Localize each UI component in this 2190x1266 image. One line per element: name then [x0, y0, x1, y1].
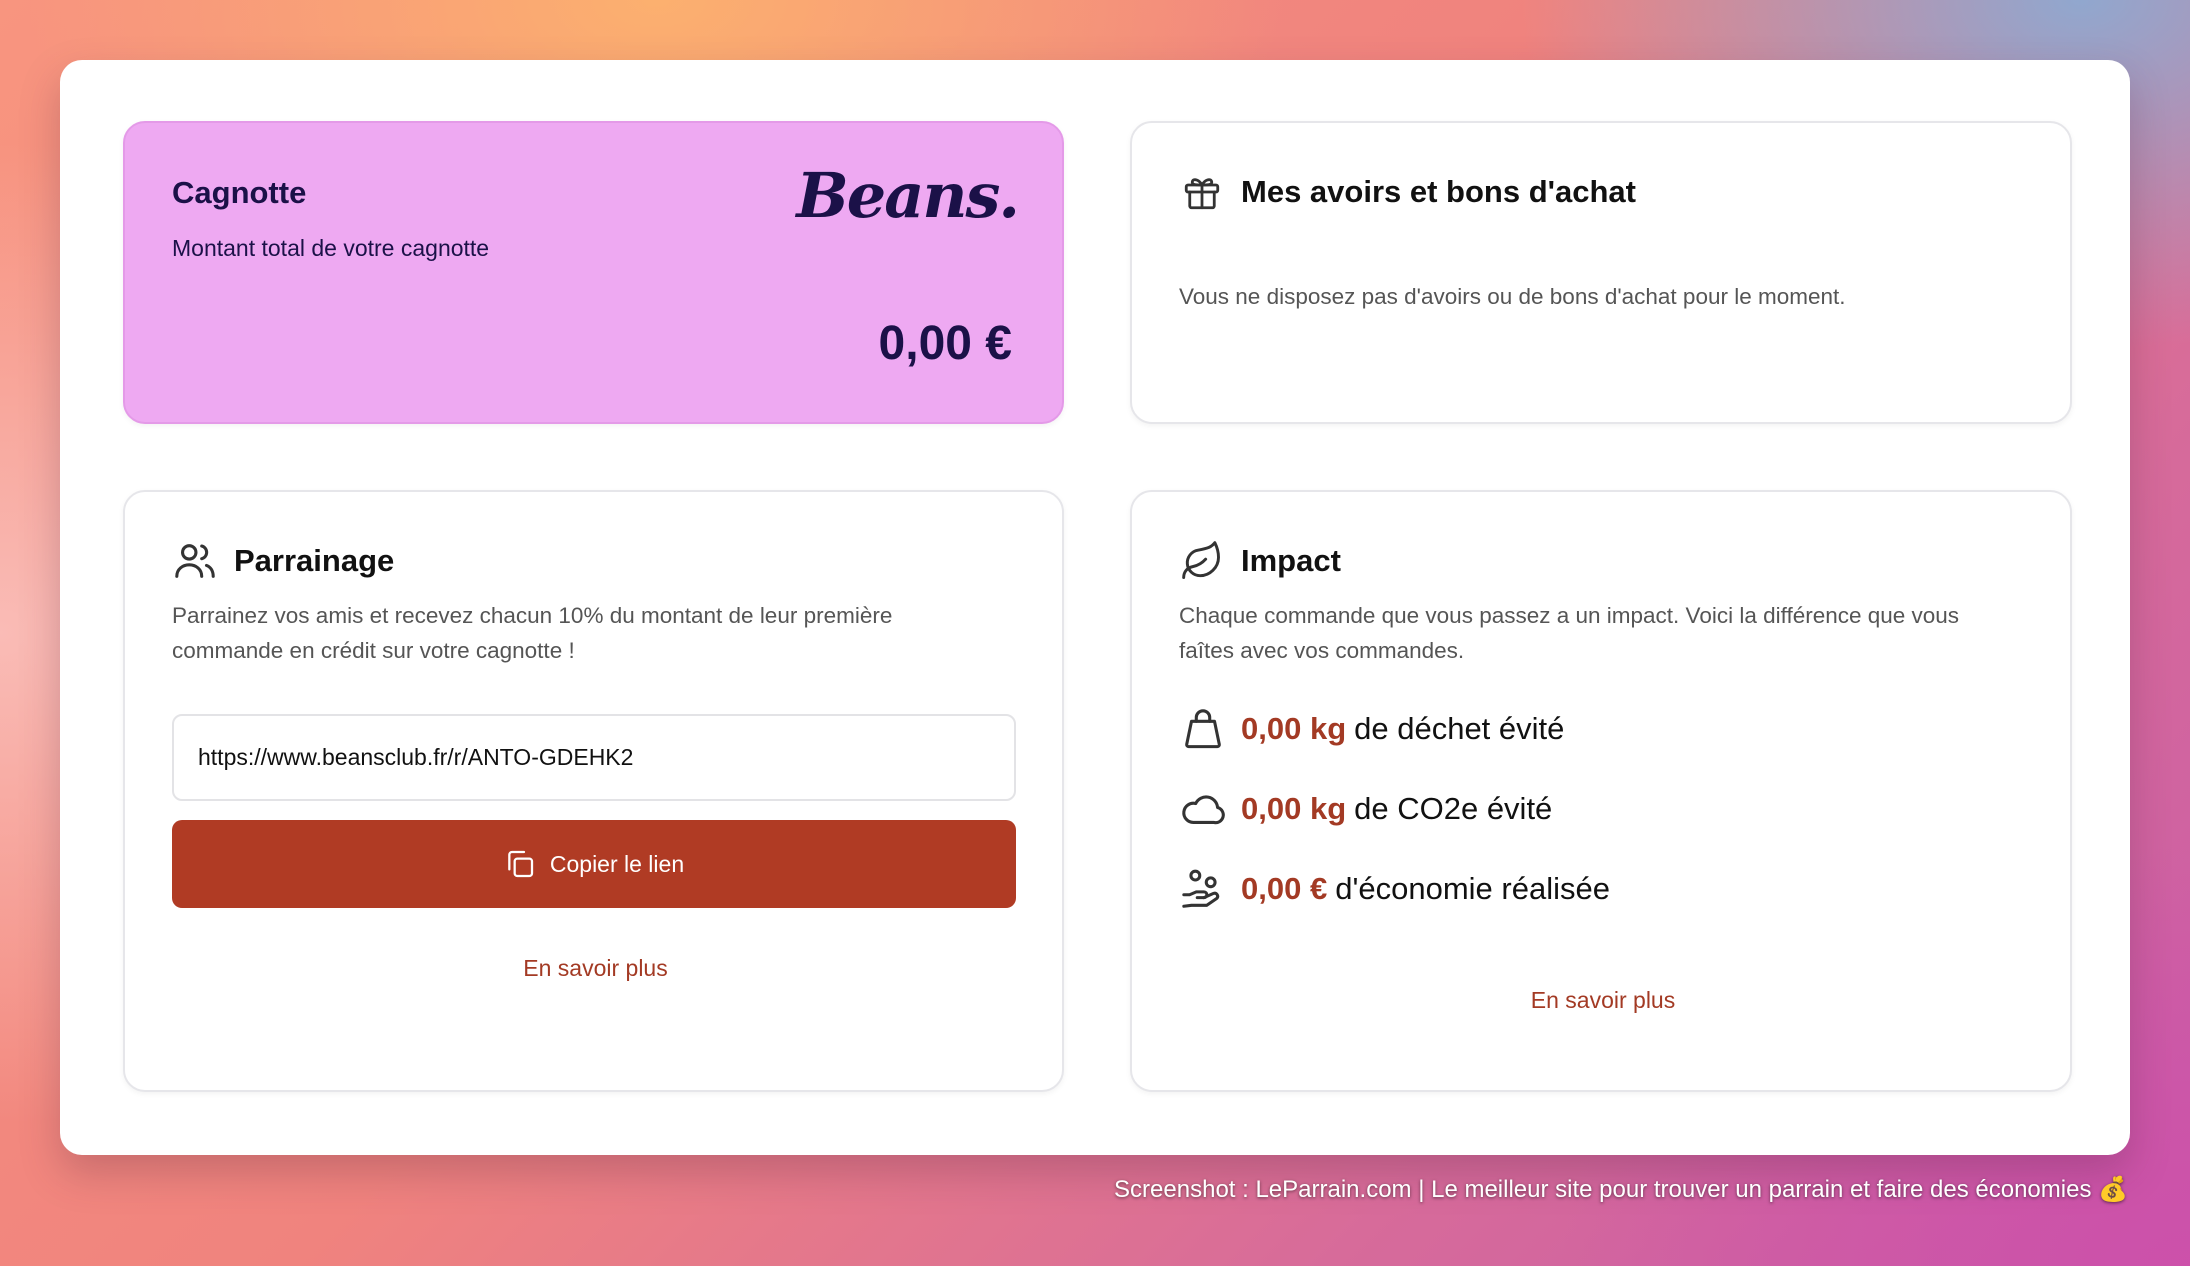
cagnotte-subtitle: Montant total de votre cagnotte: [172, 235, 490, 261]
impact-metric-co2: 0,00 kg de CO2e évité: [1179, 785, 1552, 833]
gift-icon: [1179, 169, 1225, 215]
parrainage-description: Parrainez vos amis et recevez chacun 10%…: [172, 598, 892, 668]
copy-link-button[interactable]: Copier le lien: [172, 820, 1016, 908]
impact-description-line2: faîtes avec vos commandes.: [1179, 638, 1465, 663]
impact-description-line1: Chaque commande que vous passez a un imp…: [1179, 603, 1960, 628]
impact-metric-savings: 0,00 € d'économie réalisée: [1179, 865, 1610, 913]
parrainage-learn-more-link[interactable]: En savoir plus: [125, 955, 1066, 982]
impact-title: Impact: [1241, 543, 1341, 578]
co2-value: 0,00 kg: [1241, 791, 1347, 826]
impact-card: Impact Chaque commande que vous passez a…: [1130, 490, 2072, 1092]
impact-description: Chaque commande que vous passez a un imp…: [1179, 598, 1959, 668]
cloud-icon: [1179, 785, 1227, 833]
parrainage-description-line1: Parrainez vos amis et recevez chacun 10%…: [172, 603, 893, 628]
parrainage-title: Parrainage: [234, 543, 395, 578]
co2-label: de CO2e évité: [1354, 791, 1553, 826]
parrainage-card: Parrainage Parrainez vos amis et recevez…: [123, 490, 1064, 1092]
hand-coins-icon: [1179, 865, 1227, 913]
impact-header: Impact: [1179, 538, 1341, 584]
referral-link-input[interactable]: [172, 714, 1016, 801]
avoirs-card: Mes avoirs et bons d'achat Vous ne dispo…: [1130, 121, 2072, 424]
parrainage-description-line2: commande en crédit sur votre cagnotte !: [172, 638, 575, 663]
savings-label: d'économie réalisée: [1335, 871, 1610, 906]
screenshot-watermark: Screenshot : LeParrain.com | Le meilleur…: [1114, 1176, 2128, 1203]
waste-value: 0,00 kg: [1241, 711, 1347, 746]
waste-label: de déchet évité: [1354, 711, 1565, 746]
avoirs-title: Mes avoirs et bons d'achat: [1241, 174, 1636, 209]
copy-link-label: Copier le lien: [549, 850, 685, 877]
parrainage-header: Parrainage: [172, 538, 394, 584]
users-icon: [172, 538, 218, 584]
copy-icon: [504, 848, 536, 880]
cagnotte-card: Cagnotte Montant total de votre cagnotte…: [123, 121, 1064, 424]
avoirs-header: Mes avoirs et bons d'achat: [1179, 169, 1636, 215]
cagnotte-title: Cagnotte: [172, 175, 307, 210]
impact-metric-waste: 0,00 kg de déchet évité: [1179, 705, 1564, 753]
main-panel: Cagnotte Montant total de votre cagnotte…: [60, 60, 2130, 1155]
beans-logo: Beans.: [796, 159, 1020, 232]
avoirs-message: Vous ne disposez pas d'avoirs ou de bons…: [1179, 284, 1846, 309]
bag-icon: [1179, 705, 1227, 753]
impact-learn-more-link[interactable]: En savoir plus: [1132, 987, 2074, 1014]
leaf-icon: [1179, 538, 1225, 584]
cagnotte-amount: 0,00 €: [878, 317, 1012, 370]
savings-value: 0,00 €: [1241, 871, 1328, 906]
